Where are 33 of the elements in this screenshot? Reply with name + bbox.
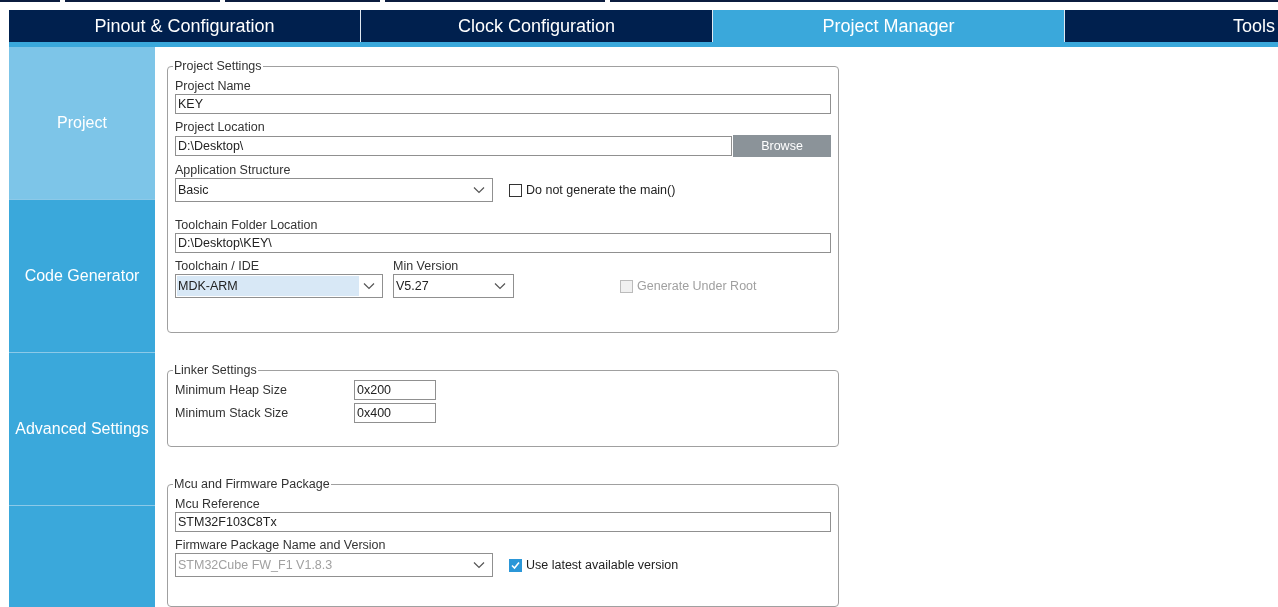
- field-label: Mcu Reference: [175, 497, 261, 512]
- text-field[interactable]: D:\Desktop\: [175, 136, 732, 156]
- checkbox-label: Use latest available version: [526, 558, 679, 572]
- checkbox-label: Do not generate the main(): [526, 183, 676, 197]
- chevron-down-icon: [473, 561, 485, 569]
- group-title: Project Settings: [173, 59, 263, 73]
- field-label: Application Structure: [175, 163, 292, 178]
- field-label: Firmware Package Name and Version: [175, 538, 387, 553]
- field-label: Minimum Stack Size: [175, 405, 290, 421]
- field-label: Project Name: [175, 79, 252, 94]
- text-field[interactable]: D:\Desktop\KEY\: [175, 233, 831, 253]
- tab[interactable]: Clock Configuration: [361, 10, 713, 42]
- dropdown[interactable]: MDK-ARM: [175, 274, 383, 298]
- tab[interactable]: Tools: [1065, 10, 1278, 42]
- text-field[interactable]: 0x200: [354, 380, 436, 400]
- checkbox-label: Generate Under Root: [637, 279, 757, 293]
- text-field[interactable]: STM32F103C8Tx: [175, 512, 831, 532]
- tab[interactable]: Pinout & Configuration: [9, 10, 361, 42]
- chevron-down-icon: [363, 282, 375, 290]
- field-label: Minimum Heap Size: [175, 382, 288, 398]
- field-label: Min Version: [393, 259, 460, 274]
- text-field[interactable]: KEY: [175, 94, 831, 114]
- checkbox[interactable]: [509, 183, 522, 197]
- chevron-down-icon: [473, 186, 485, 194]
- field-label: Toolchain / IDE: [175, 259, 261, 274]
- text-field[interactable]: 0x400: [354, 403, 436, 423]
- group-title: Mcu and Firmware Package: [173, 477, 331, 491]
- chevron-down-icon: [494, 282, 506, 290]
- dropdown[interactable]: V5.27: [393, 274, 514, 298]
- group-title: Linker Settings: [173, 363, 258, 377]
- dropdown[interactable]: Basic: [175, 178, 493, 202]
- field-label: Toolchain Folder Location: [175, 218, 319, 233]
- field-label: Project Location: [175, 120, 266, 135]
